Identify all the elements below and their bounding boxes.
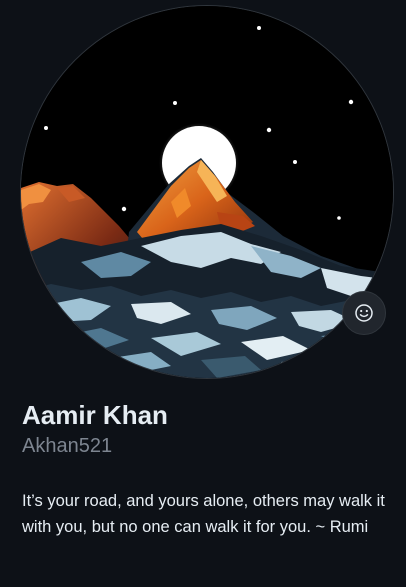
profile-bio: It’s your road, and yours alone, others … (22, 492, 385, 536)
set-status-button[interactable] (342, 291, 386, 335)
display-name: Aamir Khan (22, 400, 168, 430)
mountain-night-image (21, 6, 393, 378)
avatar[interactable] (21, 6, 393, 378)
username: Akhan521 (22, 435, 113, 457)
smiley-icon (355, 304, 373, 322)
profile-names: Aamir Khan Akhan521 (22, 398, 392, 460)
profile-card: Aamir Khan Akhan521 It’s your road, and … (0, 0, 406, 587)
